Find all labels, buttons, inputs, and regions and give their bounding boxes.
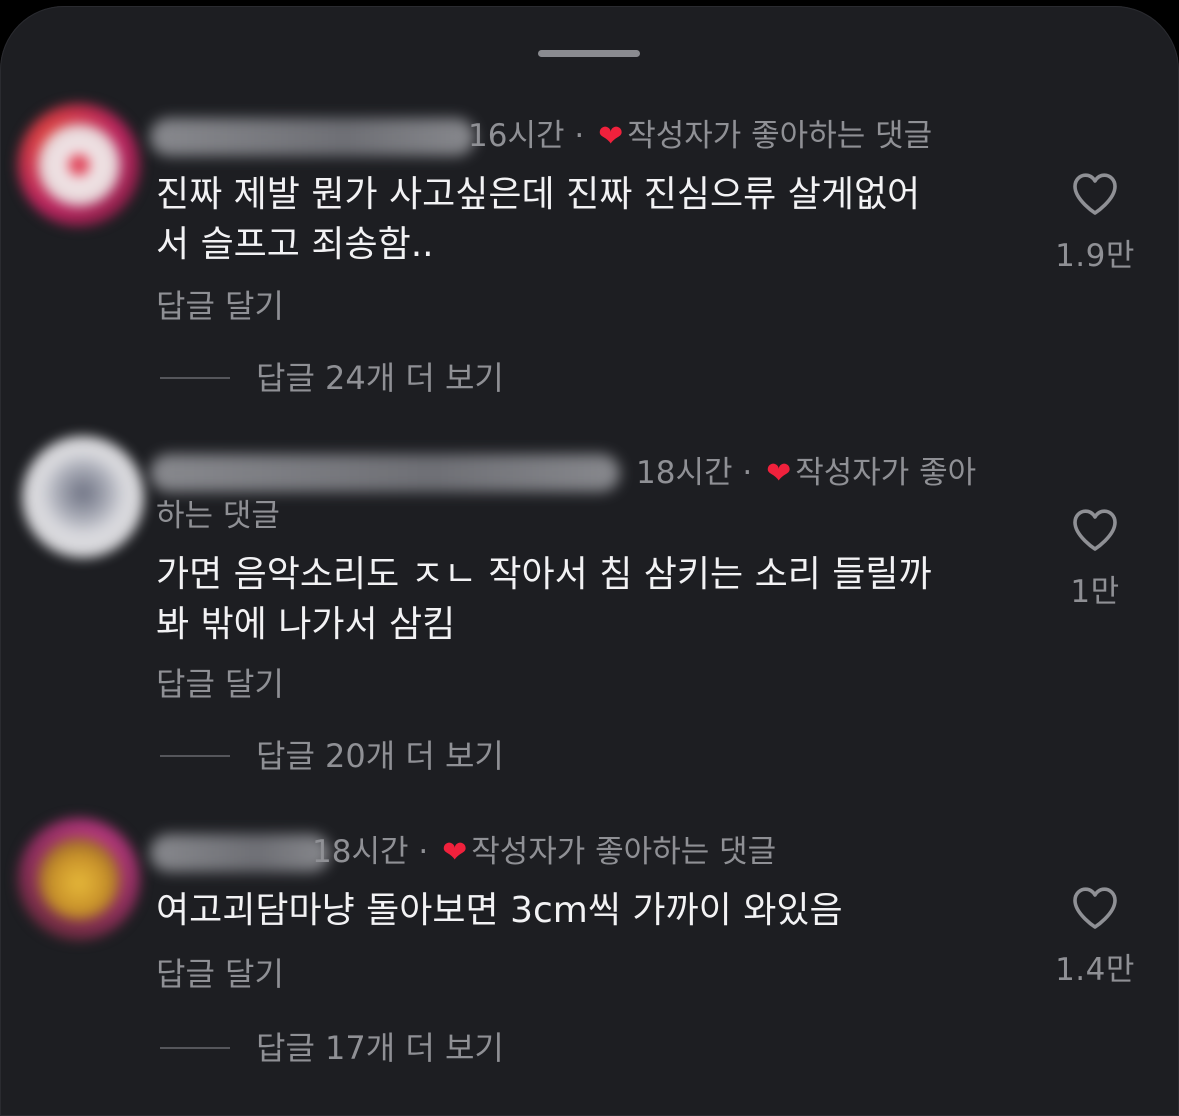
heart-filled-icon: ❤: [442, 835, 468, 870]
view-replies-button[interactable]: 답글 17개 더 보기: [160, 1028, 504, 1068]
heart-filled-icon: ❤: [766, 456, 792, 491]
heart-filled-icon: ❤: [598, 119, 624, 154]
comment-text: 진짜 제발 뭔가 사고싶은데 진짜 진심으류 살게없어 서 슬프고 죄송함..: [156, 170, 1016, 270]
comment-meta-wrap: 하는 댓글: [156, 496, 280, 536]
comment-meta: 18시간 · ❤ 작성자가 좋아: [636, 453, 976, 494]
heart-outline-icon: [1073, 509, 1117, 551]
separator: ·: [742, 455, 753, 491]
comment-text-line: 가면 음악소리도 ㅈㄴ 작아서 침 삼키는 소리 들릴까: [156, 554, 932, 595]
divider: [160, 377, 230, 379]
timestamp: 18시간: [312, 834, 409, 870]
comment-text-line: 진짜 제발 뭔가 사고싶은데 진짜 진심으류 살게없어: [156, 174, 921, 215]
comment-text: 여고괴담마냥 돌아보면 3cm씩 가까이 와있음: [156, 886, 1016, 936]
username-blurred[interactable]: [150, 118, 475, 156]
view-replies-label: 답글 20개 더 보기: [256, 737, 504, 775]
comments-sheet: 16시간 · ❤ 작성자가 좋아하는 댓글 진짜 제발 뭔가 사고싶은데 진짜 진…: [0, 6, 1179, 1116]
comment-text: 가면 음악소리도 ㅈㄴ 작아서 침 삼키는 소리 들릴까 봐 밖에 나가서 삼킴: [156, 550, 1016, 650]
like-button[interactable]: 1.9만: [1050, 172, 1140, 275]
comment-text-line: 여고괴담마냥 돌아보면 3cm씩 가까이 와있음: [156, 890, 843, 931]
like-count: 1만: [1070, 574, 1120, 610]
reply-button[interactable]: 답글 달기: [156, 954, 284, 994]
username-blurred[interactable]: [150, 454, 620, 492]
view-replies-button[interactable]: 답글 20개 더 보기: [160, 736, 504, 776]
avatar[interactable]: [18, 818, 140, 940]
view-replies-button[interactable]: 답글 24개 더 보기: [160, 358, 504, 398]
comment-meta: 18시간 · ❤ 작성자가 좋아하는 댓글: [312, 832, 776, 873]
comment-text-line: 봐 밖에 나가서 삼킴: [156, 604, 456, 645]
reply-button[interactable]: 답글 달기: [156, 664, 284, 704]
reply-button[interactable]: 답글 달기: [156, 286, 284, 326]
username-blurred[interactable]: [150, 834, 330, 872]
divider: [160, 755, 230, 757]
timestamp: 18시간: [636, 455, 733, 491]
divider: [160, 1047, 230, 1049]
creator-liked-label: 하는 댓글: [156, 498, 280, 534]
separator: ·: [418, 834, 429, 870]
creator-liked-label: 작성자가 좋아: [795, 455, 977, 491]
avatar[interactable]: [22, 436, 144, 558]
separator: ·: [574, 118, 585, 154]
heart-outline-icon: [1073, 887, 1117, 929]
like-count: 1.4만: [1055, 952, 1135, 988]
timestamp: 16시간: [468, 118, 565, 154]
sheet-grabber-handle[interactable]: [538, 50, 640, 57]
comment-meta: 16시간 · ❤ 작성자가 좋아하는 댓글: [468, 116, 932, 157]
like-button[interactable]: 1.4만: [1050, 886, 1140, 989]
view-replies-label: 답글 24개 더 보기: [256, 359, 504, 397]
heart-outline-icon: [1073, 173, 1117, 215]
creator-liked-label: 작성자가 좋아하는 댓글: [627, 118, 933, 154]
view-replies-label: 답글 17개 더 보기: [256, 1029, 504, 1067]
comment-text-line: 서 슬프고 죄송함..: [156, 224, 434, 265]
like-count: 1.9만: [1055, 238, 1135, 274]
creator-liked-label: 작성자가 좋아하는 댓글: [471, 834, 777, 870]
avatar[interactable]: [18, 104, 140, 226]
like-button[interactable]: 1만: [1050, 508, 1140, 611]
